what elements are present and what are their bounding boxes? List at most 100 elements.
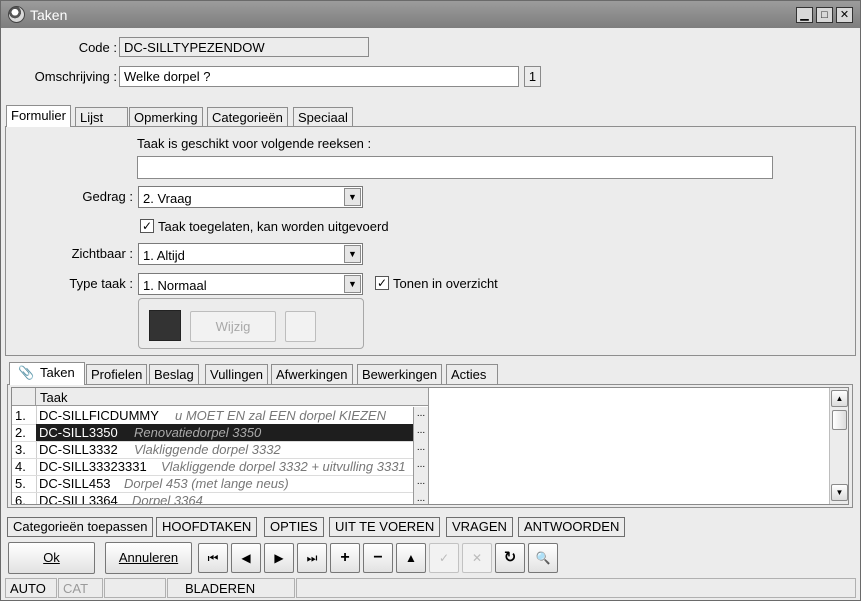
column-header-taak[interactable]: Taak xyxy=(40,390,67,405)
table-row[interactable]: 5. DC-SILL453 Dorpel 453 (met lange neus… xyxy=(12,475,428,492)
uit-te-voeren-button[interactable]: UIT TE VOEREN xyxy=(329,517,441,537)
minimize-button[interactable]: ▁ xyxy=(796,7,813,23)
last-record-icon[interactable]: ⏭ xyxy=(297,543,327,573)
annuleren-button[interactable]: Annuleren xyxy=(105,542,192,574)
table-row[interactable]: 3. DC-SILL3332 Vlakliggende dorpel 3332 … xyxy=(12,441,428,458)
chevron-down-icon[interactable]: ▼ xyxy=(344,188,361,206)
wijzig-button[interactable]: Wijzig xyxy=(190,311,276,342)
gedrag-select[interactable]: 2. Vraag ▼ xyxy=(138,186,363,208)
row-ellipsis-button[interactable]: ... xyxy=(413,475,428,492)
title-bar[interactable]: Taken ▁ □ ✕ xyxy=(1,1,860,28)
hoofdtaken-button[interactable]: HOOFDTAKEN xyxy=(156,517,258,537)
categorieen-toepassen-button[interactable]: Categorieën toepassen xyxy=(7,517,154,537)
taken-grid: Taak 1. DC-SILLFICDUMMY u MOET EN zal EE… xyxy=(11,387,849,505)
status-message xyxy=(296,578,856,598)
subtab-taken-label: Taken xyxy=(40,365,75,380)
first-record-icon[interactable]: ⏮ xyxy=(198,543,228,573)
row-description: Vlakliggende dorpel 3332 + uitvulling 33… xyxy=(161,459,406,474)
row-ellipsis-button[interactable]: ... xyxy=(413,441,428,458)
subtab-acties[interactable]: Acties xyxy=(446,364,498,385)
type-taak-value: 1. Normaal xyxy=(143,278,207,293)
subtab-profielen[interactable]: Profielen xyxy=(86,364,148,385)
opties-button[interactable]: OPTIES xyxy=(264,517,324,537)
row-code: DC-SILL453 xyxy=(39,476,111,491)
grid-divider xyxy=(428,388,429,504)
vragen-button[interactable]: VRAGEN xyxy=(446,517,513,537)
row-ellipsis-button[interactable]: ... xyxy=(413,458,428,475)
row-number: 4. xyxy=(15,459,26,474)
tab-speciaal[interactable]: Speciaal xyxy=(293,107,353,127)
scroll-down-icon[interactable]: ▼ xyxy=(831,484,848,501)
gedrag-value: 2. Vraag xyxy=(143,191,192,206)
gedrag-label: Gedrag : xyxy=(82,189,133,204)
grid-vertical-scrollbar[interactable]: ▲ ▼ xyxy=(829,388,848,504)
add-record-icon[interactable]: + xyxy=(330,543,360,573)
row-code: DC-SILLFICDUMMY xyxy=(39,408,159,423)
row-description: Dorpel 3364 xyxy=(132,493,203,504)
subtab-vullingen[interactable]: Vullingen xyxy=(205,364,269,385)
row-description: Dorpel 453 (met lange neus) xyxy=(124,476,289,491)
row-ellipsis-button[interactable]: ... xyxy=(413,492,428,504)
paperclip-icon: 📎 xyxy=(18,365,35,380)
grid-corner xyxy=(12,388,36,406)
reeksen-field[interactable] xyxy=(137,156,773,179)
language-badge[interactable]: 1 xyxy=(524,66,541,87)
toegelaten-checkbox[interactable]: ✓ xyxy=(140,219,154,233)
row-ellipsis-button[interactable]: ... xyxy=(413,424,428,441)
row-code: DC-SILL33323331 xyxy=(39,459,147,474)
ok-button[interactable]: Ok xyxy=(8,542,95,574)
row-number: 2. xyxy=(15,425,26,440)
zichtbaar-select[interactable]: 1. Altijd ▼ xyxy=(138,243,363,265)
type-taak-select[interactable]: 1. Normaal ▼ xyxy=(138,273,363,295)
row-number: 3. xyxy=(15,442,26,457)
chevron-down-icon[interactable]: ▼ xyxy=(344,275,361,293)
subtab-beslag[interactable]: Beslag xyxy=(149,364,199,385)
annuleren-label: Annuleren xyxy=(118,550,179,565)
subtab-taken[interactable]: 📎 Taken xyxy=(9,362,85,385)
omschrijving-label: Omschrijving : xyxy=(34,69,117,84)
edit-record-icon[interactable]: ▲ xyxy=(396,543,426,573)
reeksen-label: Taak is geschikt voor volgende reeksen : xyxy=(137,136,372,151)
tonen-checkbox[interactable]: ✓ xyxy=(375,276,389,290)
status-empty xyxy=(104,578,166,598)
scroll-up-icon[interactable]: ▲ xyxy=(831,390,848,407)
code-field[interactable]: DC-SILLTYPEZENDOW xyxy=(119,37,369,57)
row-description: Vlakliggende dorpel 3332 xyxy=(134,442,281,457)
tab-formulier[interactable]: Formulier xyxy=(6,105,71,127)
delete-record-icon[interactable]: − xyxy=(363,543,393,573)
tab-categorieen[interactable]: Categorieën xyxy=(207,107,288,127)
subtab-bewerkingen[interactable]: Bewerkingen xyxy=(357,364,443,385)
tab-lijst[interactable]: Lijst xyxy=(75,107,128,127)
subtab-afwerkingen[interactable]: Afwerkingen xyxy=(271,364,353,385)
table-row[interactable]: 4. DC-SILL33323331 Vlakliggende dorpel 3… xyxy=(12,458,428,475)
refresh-icon[interactable]: ↻ xyxy=(495,543,525,573)
grid-header: Taak xyxy=(12,388,428,406)
row-number: 6. xyxy=(15,493,26,504)
row-number: 1. xyxy=(15,408,26,423)
extra-color-button[interactable] xyxy=(285,311,316,342)
confirm-icon[interactable]: ✓ xyxy=(429,543,459,573)
table-row[interactable]: 6. DC-SILL3364 Dorpel 3364 ... xyxy=(12,492,428,504)
cancel-edit-icon[interactable]: ✕ xyxy=(462,543,492,573)
ok-label: Ok xyxy=(43,550,60,565)
table-row[interactable]: 1. DC-SILLFICDUMMY u MOET EN zal EEN dor… xyxy=(12,407,428,424)
app-icon xyxy=(8,6,25,23)
type-taak-label: Type taak : xyxy=(69,276,133,291)
scrollbar-thumb[interactable] xyxy=(832,410,847,430)
maximize-button[interactable]: □ xyxy=(816,7,833,23)
tab-opmerking[interactable]: Opmerking xyxy=(129,107,203,127)
status-mode: AUTO xyxy=(5,578,57,598)
code-label: Code : xyxy=(78,40,117,55)
omschrijving-field[interactable]: Welke dorpel ? xyxy=(119,66,519,87)
next-record-icon[interactable]: ▶ xyxy=(264,543,294,573)
row-ellipsis-button[interactable]: ... xyxy=(413,407,428,424)
window-title: Taken xyxy=(30,7,68,23)
zichtbaar-label: Zichtbaar : xyxy=(71,246,133,261)
table-row-selected[interactable]: 2. DC-SILL3350 Renovatiedorpel 3350 ... xyxy=(12,424,428,441)
color-swatch[interactable] xyxy=(149,310,181,341)
previous-record-icon[interactable]: ◀ xyxy=(231,543,261,573)
close-button[interactable]: ✕ xyxy=(836,7,853,23)
chevron-down-icon[interactable]: ▼ xyxy=(344,245,361,263)
binoculars-icon[interactable]: 🔍 xyxy=(528,543,558,573)
antwoorden-button[interactable]: ANTWOORDEN xyxy=(518,517,626,537)
